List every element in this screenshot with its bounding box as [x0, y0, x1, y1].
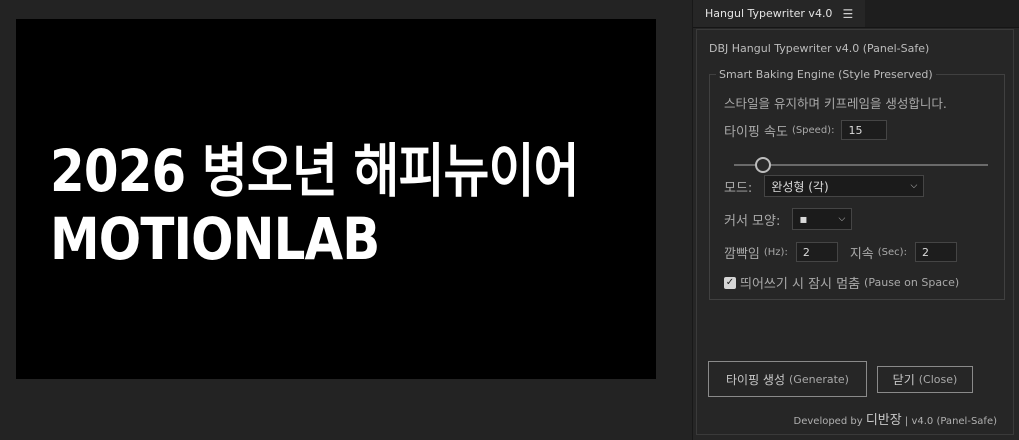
pause-checkbox[interactable]: ✓	[724, 276, 736, 289]
smart-baking-engine-group: Smart Baking Engine (Style Preserved) 스타…	[709, 68, 1005, 300]
speed-slider-thumb[interactable]	[755, 157, 772, 173]
engine-legend: Smart Baking Engine (Style Preserved)	[719, 68, 933, 81]
cursor-select[interactable]: ▪ ⌵	[792, 208, 853, 230]
comp-text-layer[interactable]: 2026 병오년 해피뉴이어 MOTIONLAB	[50, 137, 580, 273]
comp-text-line-2: MOTIONLAB	[50, 205, 380, 273]
pause-label-en: (Pause on Space)	[864, 276, 960, 289]
footer-prefix: Developed by	[793, 416, 863, 427]
chevron-down-icon: ⌵	[838, 214, 846, 224]
hangul-typewriter-panel: Hangul Typewriter v4.0 ☰ DBJ Hangul Type…	[692, 0, 1019, 440]
composition-canvas[interactable]: 2026 병오년 해피뉴이어 MOTIONLAB	[16, 19, 656, 379]
cursor-label: 커서 모양:	[724, 213, 781, 229]
speed-label: 타이핑 속도	[724, 124, 788, 140]
cursor-row: 커서 모양: ▪ ⌵	[724, 208, 853, 230]
speed-input[interactable]: 15	[841, 120, 888, 140]
mode-select[interactable]: 완성형 (각) ⌵	[764, 175, 925, 197]
mode-select-value: 완성형 (각)	[771, 179, 829, 194]
blink-label-en: (Hz):	[763, 246, 788, 258]
comp-text-line-1: 2026 병오년 해피뉴이어	[50, 137, 580, 205]
blink-label: 깜빡임	[724, 246, 760, 262]
panel-body: DBJ Hangul Typewriter v4.0 (Panel-Safe) …	[696, 29, 1014, 435]
cursor-select-value: ▪	[799, 212, 808, 226]
speed-row: 타이핑 속도 (Speed): 15	[724, 120, 888, 140]
blink-input[interactable]: 2	[795, 242, 838, 262]
close-button[interactable]: 닫기 (Close)	[877, 366, 973, 393]
duration-label-en: (Sec):	[877, 246, 907, 258]
generate-button[interactable]: 타이핑 생성 (Generate)	[708, 361, 867, 397]
panel-tab-title: Hangul Typewriter v4.0	[705, 7, 833, 20]
generate-label: 타이핑 생성	[726, 372, 786, 387]
close-label-en: (Close)	[918, 373, 958, 386]
speed-slider-track[interactable]	[734, 164, 988, 166]
composition-viewer: 2026 병오년 해피뉴이어 MOTIONLAB	[0, 0, 692, 440]
blink-duration-row: 깜빡임 (Hz): 2 지속 (Sec): 2	[724, 242, 957, 262]
panel-tab[interactable]: Hangul Typewriter v4.0 ☰	[693, 0, 866, 27]
chevron-down-icon: ⌵	[910, 181, 918, 191]
duration-input[interactable]: 2	[914, 242, 957, 262]
speed-label-en: (Speed):	[791, 124, 835, 136]
close-label: 닫기	[892, 373, 915, 387]
panel-header: DBJ Hangul Typewriter v4.0 (Panel-Safe)	[709, 42, 930, 55]
footer-suffix: | v4.0 (Panel-Safe)	[904, 416, 997, 427]
duration-label: 지속	[849, 246, 874, 262]
pause-label: 띄어쓰기 시 잠시 멈춤	[740, 277, 861, 292]
pause-row: ✓ 띄어쓰기 시 잠시 멈춤 (Pause on Space)	[724, 273, 959, 292]
generate-label-en: (Generate)	[789, 372, 849, 386]
panel-tab-bar: Hangul Typewriter v4.0 ☰	[693, 0, 1019, 28]
footer-credit: Developed by 디반장 | v4.0 (Panel-Safe)	[794, 409, 997, 428]
footer-author: 디반장	[865, 413, 902, 428]
mode-row: 모드: 완성형 (각) ⌵	[724, 175, 925, 197]
mode-label: 모드:	[724, 180, 753, 196]
hamburger-menu-icon[interactable]: ☰	[842, 7, 853, 21]
engine-description: 스타일을 유지하며 키프레임을 생성합니다.	[724, 96, 947, 111]
